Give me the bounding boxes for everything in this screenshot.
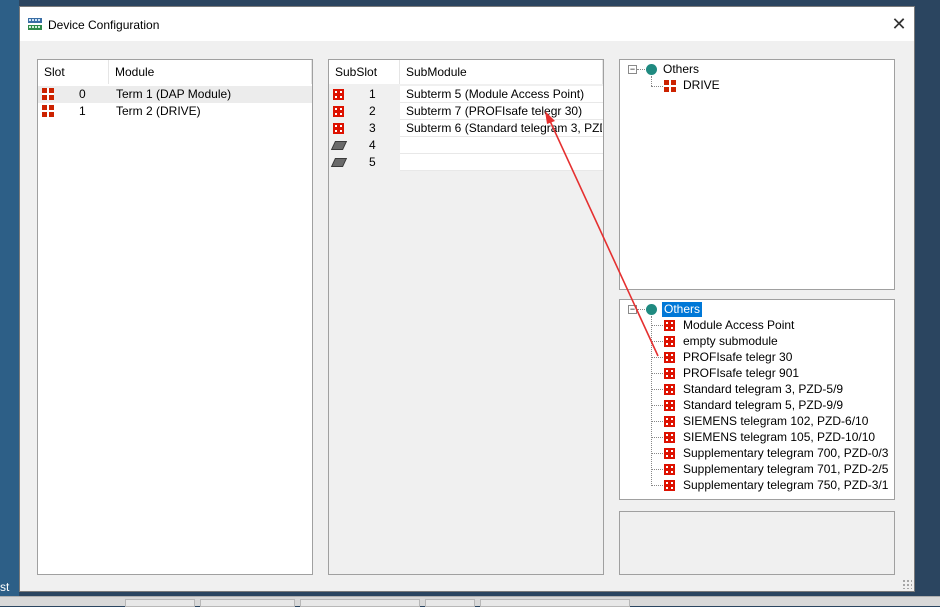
- tree-item[interactable]: Supplementary telegram 700, PZD-0/3: [683, 446, 888, 461]
- tree-connector: [637, 309, 645, 310]
- tree-connector: [651, 485, 663, 486]
- window-title: Device Configuration: [48, 18, 160, 32]
- column-header-module[interactable]: Module: [109, 60, 312, 84]
- title-bar: Device Configuration ✕: [20, 7, 914, 41]
- submodule-icon: [664, 336, 675, 347]
- tree-connector: [651, 389, 663, 390]
- slot-table[interactable]: Slot Module 0 Term 1 (DAP Module) 1 Term…: [37, 59, 313, 575]
- folder-dot-icon: [646, 64, 657, 75]
- tree-item[interactable]: PROFIsafe telegr 30: [683, 350, 792, 365]
- background-text: st: [0, 580, 10, 594]
- submodule-catalog-tree[interactable]: − Others Module Access Point empty submod…: [619, 299, 895, 500]
- background-window: [0, 0, 19, 606]
- tree-item[interactable]: SIEMENS telegram 102, PZD-6/10: [683, 414, 868, 429]
- column-header-subslot[interactable]: SubSlot: [329, 60, 400, 84]
- submodule-icon: [333, 89, 344, 100]
- module-grid-icon: [664, 80, 676, 92]
- module-grid-icon: [42, 88, 54, 100]
- subslot-number: 4: [369, 138, 376, 152]
- module-grid-icon: [42, 105, 54, 117]
- module-name: Term 2 (DRIVE): [116, 104, 201, 118]
- table-row[interactable]: 4: [329, 137, 603, 154]
- tree-connector: [651, 341, 663, 342]
- tree-item[interactable]: Supplementary telegram 701, PZD-2/5: [683, 462, 888, 477]
- submodule-icon: [664, 432, 675, 443]
- submodule-icon: [664, 416, 675, 427]
- tree-connector: [651, 373, 663, 374]
- subslot-number: 2: [369, 104, 376, 118]
- submodule-icon: [664, 352, 675, 363]
- close-button[interactable]: ✕: [884, 7, 914, 41]
- module-name: Term 1 (DAP Module): [116, 87, 232, 101]
- tree-item[interactable]: Supplementary telegram 750, PZD-3/1: [683, 478, 888, 493]
- device-configuration-dialog: Device Configuration ✕ Slot Module 0 Ter…: [19, 6, 915, 592]
- network-devices-icon: [28, 18, 42, 30]
- empty-slot-chip-icon: [330, 141, 348, 150]
- submodule-icon: [664, 480, 675, 491]
- submodule-name: Subterm 7 (PROFIsafe telegr 30): [406, 104, 583, 118]
- tree-item[interactable]: SIEMENS telegram 105, PZD-10/10: [683, 430, 875, 445]
- submodule-icon: [664, 448, 675, 459]
- folder-dot-icon: [646, 304, 657, 315]
- slot-number: 0: [79, 87, 86, 101]
- subslot-number: 1: [369, 87, 376, 101]
- subslot-table[interactable]: SubSlot SubModule 1 Subterm 5 (Module Ac…: [328, 59, 604, 575]
- slot-number: 1: [79, 104, 86, 118]
- tree-connector: [651, 437, 663, 438]
- tree-connector: [651, 469, 663, 470]
- submodule-icon: [664, 464, 675, 475]
- submodule-icon: [333, 106, 344, 117]
- taskbar: [0, 596, 940, 607]
- tree-connector: [651, 405, 663, 406]
- collapse-toggle[interactable]: −: [628, 65, 637, 74]
- submodule-icon: [664, 384, 675, 395]
- table-row[interactable]: 0 Term 1 (DAP Module): [38, 86, 312, 103]
- table-row[interactable]: 3 Subterm 6 (Standard telegram 3, PZD-..…: [329, 120, 603, 137]
- tree-connector: [651, 325, 663, 326]
- tree-connector: [651, 76, 652, 86]
- submodule-icon: [664, 400, 675, 411]
- subslot-number: 5: [369, 155, 376, 169]
- table-row[interactable]: 1 Subterm 5 (Module Access Point): [329, 86, 603, 103]
- tree-item[interactable]: DRIVE: [683, 78, 720, 93]
- tree-item[interactable]: PROFIsafe telegr 901: [683, 366, 799, 381]
- collapse-toggle[interactable]: −: [628, 305, 637, 314]
- submodule-icon: [664, 368, 675, 379]
- column-header-submodule[interactable]: SubModule: [400, 60, 603, 84]
- module-catalog-tree[interactable]: − Others DRIVE: [619, 59, 895, 290]
- tree-item[interactable]: Standard telegram 3, PZD-5/9: [683, 382, 843, 397]
- resize-grip[interactable]: [902, 579, 912, 589]
- submodule-icon: [333, 123, 344, 134]
- tree-connector: [637, 69, 645, 70]
- tree-connector: [651, 421, 663, 422]
- subslot-number: 3: [369, 121, 376, 135]
- empty-slot-chip-icon: [330, 158, 348, 167]
- table-row[interactable]: 5: [329, 154, 603, 171]
- table-row[interactable]: 2 Subterm 7 (PROFIsafe telegr 30): [329, 103, 603, 120]
- column-header-slot[interactable]: Slot: [38, 60, 109, 84]
- tree-item[interactable]: Module Access Point: [683, 318, 794, 333]
- tree-root-label[interactable]: Others: [662, 302, 703, 317]
- tree-item[interactable]: Standard telegram 5, PZD-9/9: [683, 398, 843, 413]
- tree-connector: [651, 453, 663, 454]
- tree-connector: [651, 357, 663, 358]
- submodule-icon: [664, 320, 675, 331]
- tree-root-label[interactable]: Others: [663, 62, 699, 77]
- table-row[interactable]: 1 Term 2 (DRIVE): [38, 103, 312, 120]
- submodule-name: Subterm 6 (Standard telegram 3, PZD-...: [406, 121, 602, 135]
- submodule-name: Subterm 5 (Module Access Point): [406, 87, 585, 101]
- tree-connector: [651, 86, 663, 87]
- tree-item[interactable]: empty submodule: [683, 334, 778, 349]
- description-panel: [619, 511, 895, 575]
